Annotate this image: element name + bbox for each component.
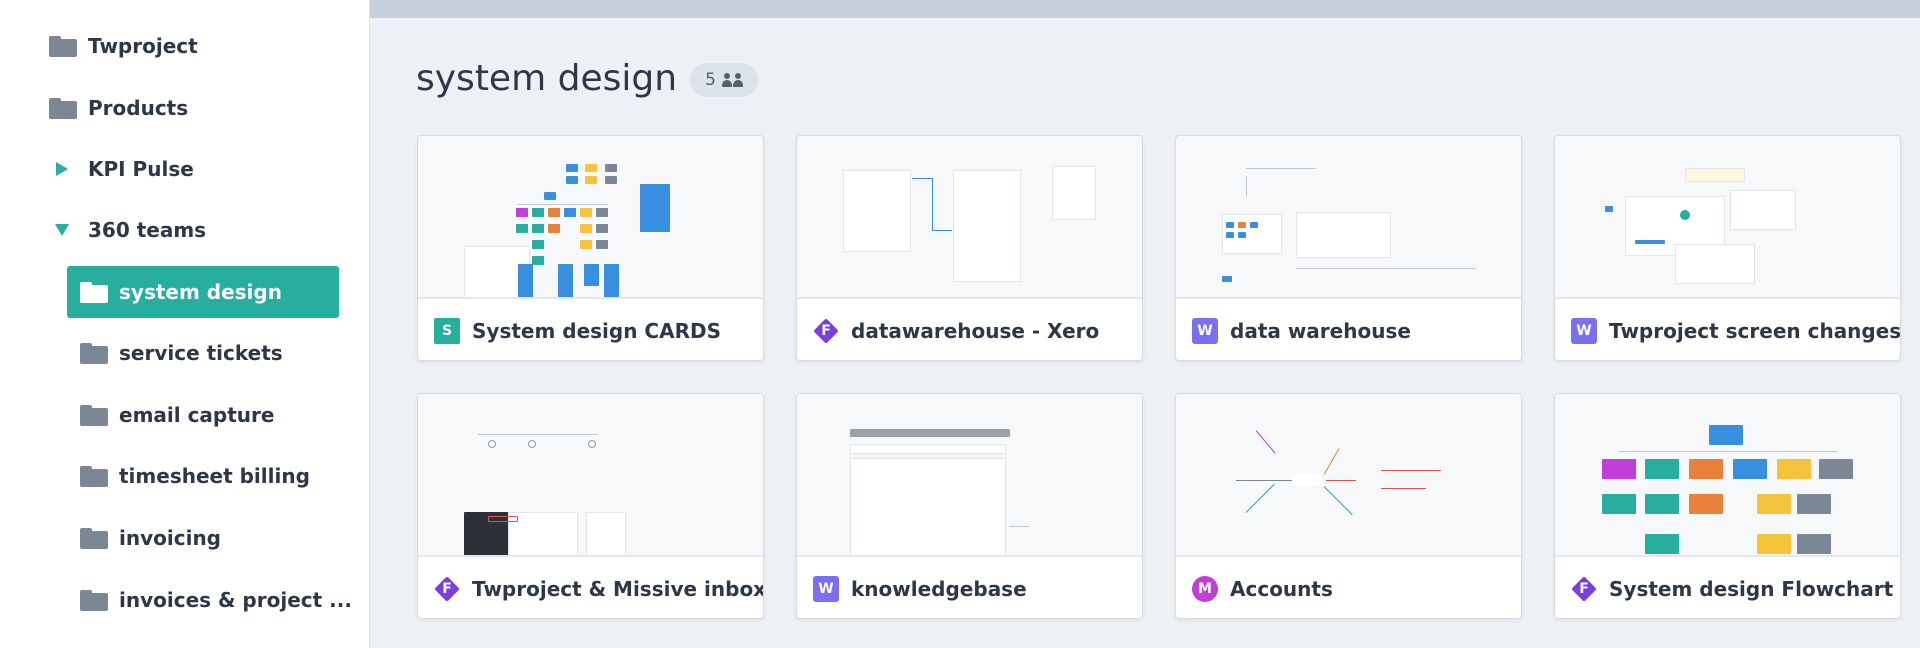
sidebar: Twproject Products KPI Pulse 360 teams s… (0, 0, 370, 648)
folder-icon (49, 97, 77, 119)
sidebar-item-label: email capture (119, 403, 275, 427)
sidebar-item-email-capture[interactable]: email capture (80, 389, 274, 441)
sidebar-item-label: invoicing (119, 526, 221, 550)
member-count: 5 (705, 70, 716, 90)
folder-icon (80, 342, 108, 364)
sidebar-item-label: invoices & project ... (119, 588, 352, 612)
caret-right-icon[interactable] (49, 162, 77, 176)
board-card[interactable]: M Accounts (1175, 393, 1522, 619)
sidebar-item-invoices-project[interactable]: invoices & project ... (80, 574, 352, 626)
board-name: data warehouse (1230, 318, 1411, 343)
page-title: system design (416, 58, 678, 99)
board-name: Twproject screen changes (1609, 318, 1901, 343)
people-icon (721, 73, 743, 87)
board-name: Accounts (1230, 576, 1333, 601)
sidebar-item-label: system design (119, 280, 282, 304)
board-thumbnail (1555, 394, 1900, 557)
flowchart-type-icon: F (1571, 576, 1597, 602)
board-thumbnail (797, 136, 1142, 299)
sidebar-item-twproject[interactable]: Twproject (49, 20, 198, 72)
sidebar-item-label: KPI Pulse (88, 157, 194, 181)
board-name: Twproject & Missive inbox (472, 576, 764, 601)
sidebar-item-kpi-pulse[interactable]: KPI Pulse (49, 143, 194, 195)
board-thumbnail (1176, 136, 1521, 299)
board-name: datawarehouse - Xero (851, 318, 1100, 343)
flowchart-type-icon: F (813, 318, 839, 344)
sidebar-item-invoicing[interactable]: invoicing (80, 512, 221, 564)
folder-icon (80, 404, 108, 426)
sidebar-item-label: Products (88, 96, 189, 120)
board-card[interactable]: W Twproject screen changes (1554, 135, 1901, 361)
board-name: System design CARDS (472, 318, 721, 343)
board-card[interactable]: Fdatawarehouse - Xero (796, 135, 1143, 361)
folder-icon (80, 465, 108, 487)
caret-down-icon[interactable] (49, 224, 77, 236)
members-badge[interactable]: 5 (690, 63, 758, 97)
sidebar-item-timesheet-billing[interactable]: timesheet billing (80, 450, 310, 502)
board-thumbnail (418, 136, 763, 299)
sidebar-item-system-design[interactable]: system design (67, 266, 339, 318)
sidebar-item-products[interactable]: Products (49, 82, 188, 134)
sidebar-item-label: Twproject (88, 34, 198, 58)
folder-icon (80, 281, 108, 303)
board-thumbnail (797, 394, 1142, 557)
sheet-type-icon: S (434, 317, 460, 344)
board-card[interactable]: F System design Flowchart (1554, 393, 1901, 619)
sidebar-item-label: service tickets (119, 341, 283, 365)
folder-icon (80, 589, 108, 611)
sidebar-item-label: timesheet billing (119, 464, 310, 488)
mindmap-type-icon: M (1192, 575, 1218, 602)
board-name: knowledgebase (851, 576, 1027, 601)
board-card[interactable]: Wdata warehouse (1175, 135, 1522, 361)
board-thumbnail (1555, 136, 1900, 299)
whiteboard-type-icon: W (813, 575, 839, 602)
sidebar-item-360-teams[interactable]: 360 teams (49, 204, 206, 256)
folder-icon (80, 527, 108, 549)
board-card[interactable]: F Twproject & Missive inbox (417, 393, 764, 619)
whiteboard-type-icon: W (1571, 317, 1597, 344)
sidebar-item-label: 360 teams (88, 218, 207, 242)
folder-icon (49, 35, 77, 57)
flowchart-type-icon: F (434, 576, 460, 602)
board-card[interactable]: Wknowledgebase (796, 393, 1143, 619)
sidebar-item-service-tickets[interactable]: service tickets (80, 327, 283, 379)
whiteboard-type-icon: W (1192, 317, 1218, 344)
board-thumbnail (418, 394, 763, 557)
board-name: System design Flowchart (1609, 576, 1894, 601)
board-thumbnail (1176, 394, 1521, 557)
top-bar (370, 0, 1920, 18)
board-card[interactable]: S System design CARDS (417, 135, 764, 361)
